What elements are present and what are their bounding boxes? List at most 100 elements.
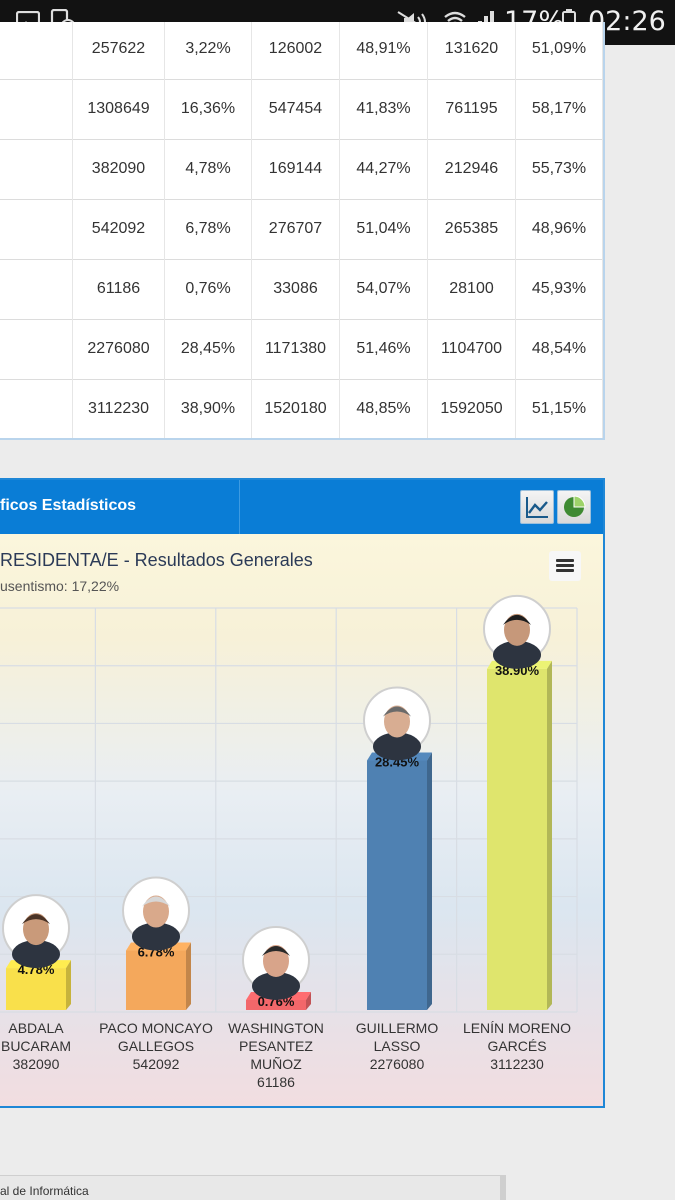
total-votes-cell: 1308649 — [73, 80, 165, 140]
row-label-cell — [0, 200, 73, 260]
percent-b-cell: 48,96% — [516, 200, 603, 260]
total-votes-cell: 382090 — [73, 140, 165, 200]
table-row: 1308649 16,36% 547454 41,83% 761195 58,17% — [0, 80, 603, 140]
percent-b-cell: 55,73% — [516, 140, 603, 200]
votes-b-cell: 131620 — [428, 22, 516, 80]
chart-panel: ficos Estadísticos RESIDENTA/E - Resulta… — [0, 478, 605, 1108]
pie-chart-button[interactable] — [557, 490, 591, 524]
category-votes-label: 3112230 — [490, 1056, 544, 1072]
percent-cell: 0,76% — [165, 260, 252, 320]
pie-chart-icon — [564, 495, 586, 517]
category-label: WASHINGTON PESANTEZ MUÑOZ 61186 — [228, 1020, 324, 1090]
percent-cell: 38,90% — [165, 380, 252, 438]
category-label-line: BUCARAM — [1, 1038, 71, 1054]
percent-a-cell: 48,85% — [340, 380, 428, 438]
category-votes-label: 382090 — [13, 1056, 60, 1072]
total-votes-cell: 3112230 — [73, 380, 165, 438]
bar-chart: 4.78%ABDALABUCARAM3820906.78%PACO MONCAY… — [0, 594, 578, 1090]
chart-area: RESIDENTA/E - Resultados Generales usent… — [0, 534, 603, 1106]
table-row: 3112230 38,90% 1520180 48,85% 1592050 51,15% — [0, 380, 603, 438]
category-label-line: MUÑOZ — [250, 1056, 302, 1072]
category-label: GUILLERMO LASSO 2276080 — [356, 1020, 439, 1072]
votes-a-cell: 126002 — [252, 22, 340, 80]
category-label: LENÍN MORENO GARCÉS 3112230 — [463, 1020, 571, 1072]
percent-b-cell: 51,15% — [516, 380, 603, 438]
category-label-line: PESANTEZ — [239, 1038, 313, 1054]
total-votes-cell: 542092 — [73, 200, 165, 260]
percent-cell: 4,78% — [165, 140, 252, 200]
category-label-line: PACO MONCAYO — [99, 1020, 213, 1036]
bar-side-face — [186, 942, 191, 1010]
votes-a-cell: 169144 — [252, 140, 340, 200]
percent-a-cell: 41,83% — [340, 80, 428, 140]
bar-group: 28.45%GUILLERMOLASSO2276080 — [356, 686, 439, 1072]
votes-a-cell: 1171380 — [252, 320, 340, 380]
row-label-cell — [0, 140, 73, 200]
footer-bar: al de Informática — [0, 1175, 500, 1200]
table-row: 257622 3,22% 126002 48,91% 131620 51,09% — [0, 22, 603, 80]
percent-b-cell: 45,93% — [516, 260, 603, 320]
bar — [487, 668, 547, 1010]
bar-group: 0.76%WASHINGTONPESANTEZMUÑOZ61186 — [228, 926, 324, 1090]
votes-b-cell: 212946 — [428, 140, 516, 200]
votes-b-cell: 265385 — [428, 200, 516, 260]
votes-b-cell: 761195 — [428, 80, 516, 140]
bar-side-face — [427, 752, 432, 1010]
category-label-line: LENÍN MORENO — [463, 1020, 571, 1036]
category-votes-label: 542092 — [133, 1056, 180, 1072]
header-divider — [239, 480, 240, 534]
percent-a-cell: 51,04% — [340, 200, 428, 260]
votes-a-cell: 1520180 — [252, 380, 340, 438]
line-chart-icon — [526, 497, 548, 518]
category-label: PACO MONCAYO GALLEGOS 542092 — [99, 1020, 213, 1072]
bar-side-face — [547, 660, 552, 1010]
results-table: 257622 3,22% 126002 48,91% 131620 51,09% 13086… — [0, 22, 605, 440]
total-votes-cell: 2276080 — [73, 320, 165, 380]
percent-cell: 28,45% — [165, 320, 252, 380]
category-label-line: LASSO — [374, 1038, 421, 1054]
percent-cell: 3,22% — [165, 22, 252, 80]
category-votes-label: 61186 — [257, 1074, 295, 1090]
votes-b-cell: 1592050 — [428, 380, 516, 438]
percent-a-cell: 51,46% — [340, 320, 428, 380]
panel-header: ficos Estadísticos — [0, 480, 603, 534]
bar-group: 38.90%LENÍN MORENOGARCÉS3112230 — [463, 594, 571, 1072]
total-votes-cell: 61186 — [73, 260, 165, 320]
row-label-cell — [0, 22, 73, 80]
votes-b-cell: 1104700 — [428, 320, 516, 380]
table-row: 542092 6,78% 276707 51,04% 265385 48,96% — [0, 200, 603, 260]
percent-cell: 6,78% — [165, 200, 252, 260]
votes-a-cell: 547454 — [252, 80, 340, 140]
avatar — [242, 926, 310, 1000]
percent-b-cell: 51,09% — [516, 22, 603, 80]
votes-a-cell: 276707 — [252, 200, 340, 260]
category-label-line: GUILLERMO — [356, 1020, 439, 1036]
category-votes-label: 2276080 — [370, 1056, 425, 1072]
row-label-cell — [0, 380, 73, 438]
percent-a-cell: 44,27% — [340, 140, 428, 200]
row-label-cell — [0, 320, 73, 380]
footer-text: al de Informática — [0, 1184, 89, 1198]
percent-b-cell: 48,54% — [516, 320, 603, 380]
category-label-line: WASHINGTON — [228, 1020, 324, 1036]
category-label-line: GALLEGOS — [118, 1038, 194, 1054]
votes-b-cell: 28100 — [428, 260, 516, 320]
category-label-line: ABDALA — [8, 1020, 64, 1036]
row-label-cell — [0, 80, 73, 140]
bar — [367, 760, 427, 1010]
table-row: 382090 4,78% 169144 44,27% 212946 55,73% — [0, 140, 603, 200]
total-votes-cell: 257622 — [73, 22, 165, 80]
panel-title: ficos Estadísticos — [0, 497, 137, 514]
category-label: ABDALA BUCARAM 382090 — [1, 1020, 71, 1072]
percent-a-cell: 48,91% — [340, 22, 428, 80]
bar-group: 6.78%PACO MONCAYOGALLEGOS542092 — [99, 876, 213, 1072]
percent-cell: 16,36% — [165, 80, 252, 140]
percent-a-cell: 54,07% — [340, 260, 428, 320]
footer-shadow — [500, 1175, 506, 1200]
line-chart-button[interactable] — [520, 490, 554, 524]
avatar — [122, 876, 190, 951]
bar-group: 4.78%ABDALABUCARAM382090 — [1, 894, 71, 1072]
avatar — [483, 594, 551, 669]
percent-b-cell: 58,17% — [516, 80, 603, 140]
table-row: 61186 0,76% 33086 54,07% 28100 45,93% — [0, 260, 603, 320]
